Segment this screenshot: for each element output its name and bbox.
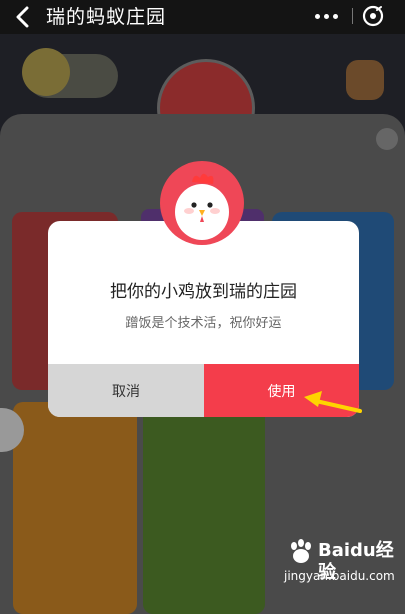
watermark: Baidu经验 jingyan.baidu.com — [282, 536, 402, 592]
pointer-arrow-icon — [304, 391, 362, 413]
dialog-title: 把你的小鸡放到瑞的庄园 — [110, 282, 297, 302]
back-arrow-icon[interactable] — [14, 6, 34, 28]
panel-close-icon[interactable] — [376, 128, 398, 150]
chick-avatar — [22, 48, 70, 96]
cancel-button[interactable]: 取消 — [48, 364, 204, 417]
more-icon[interactable] — [306, 2, 346, 30]
prop-card-orange — [13, 402, 137, 614]
watermark-url: jingyan.baidu.com — [284, 569, 395, 583]
capsule-divider — [352, 8, 353, 24]
page-title: 瑞的蚂蚁庄园 — [46, 6, 167, 28]
prop-card-green — [143, 402, 265, 614]
dialog-subtitle: 蹭饭是个技术活，祝你好运 — [125, 316, 282, 331]
baidu-paw-logo-icon — [291, 539, 311, 563]
chicken-icon — [160, 161, 244, 245]
top-bar: 瑞的蚂蚁庄园 — [0, 0, 405, 34]
chick-avatar-right[interactable] — [346, 60, 384, 100]
mini-program-capsule — [306, 2, 398, 30]
close-mini-program-icon[interactable] — [362, 5, 384, 27]
